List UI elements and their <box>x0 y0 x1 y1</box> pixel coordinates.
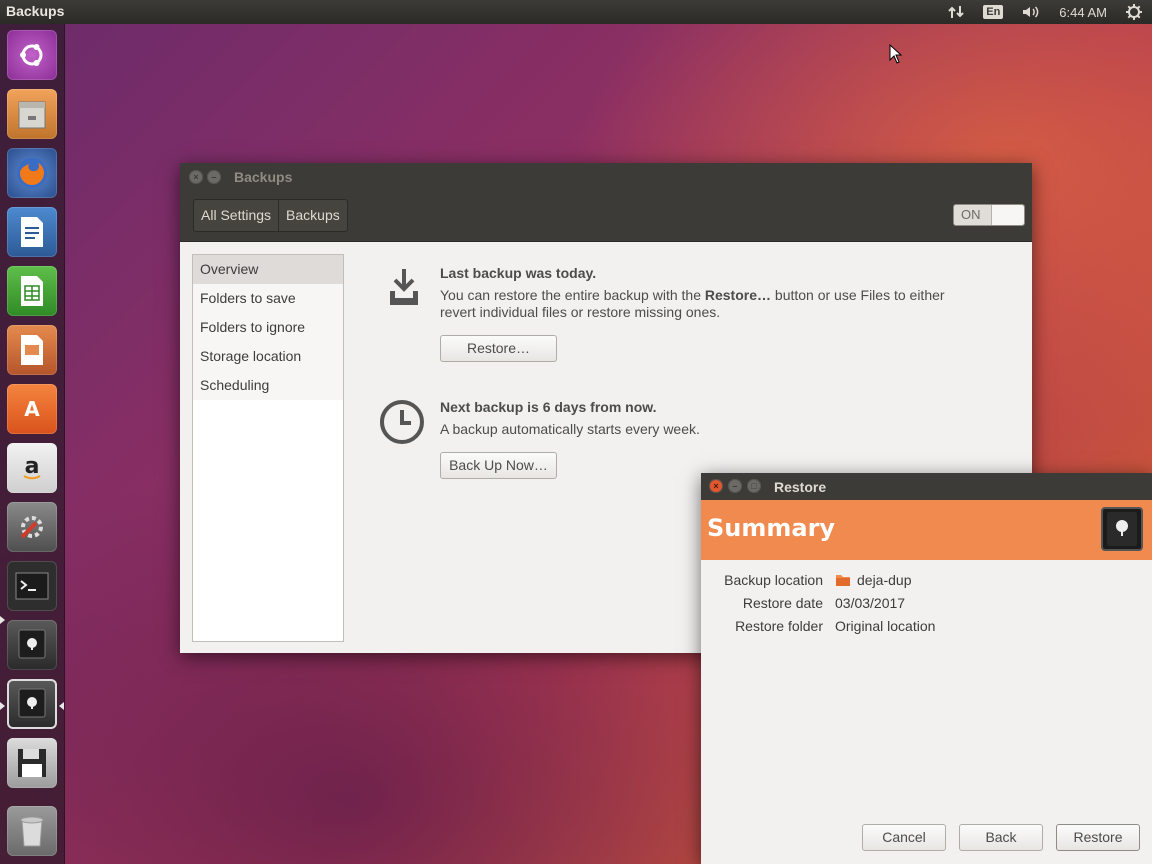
restore-folder-label: Restore folder <box>735 618 823 634</box>
top-panel: Backups En 6:44 AM <box>0 0 1152 24</box>
summary-banner: Summary <box>701 500 1152 560</box>
trash-icon[interactable] <box>7 806 57 856</box>
folder-icon <box>836 575 850 586</box>
restore-date-value: 03/03/2017 <box>835 595 906 611</box>
back-up-now-button[interactable]: Back Up Now… <box>440 452 557 479</box>
desc-bold: Restore… <box>704 287 772 303</box>
cancel-button[interactable]: Cancel <box>862 824 946 851</box>
mouse-cursor-icon <box>889 43 903 68</box>
close-icon[interactable]: × <box>709 479 723 493</box>
svg-text:a: a <box>25 454 40 479</box>
sidebar-item-folders-to-ignore[interactable]: Folders to ignore <box>193 313 343 342</box>
restore-confirm-button[interactable]: Restore <box>1056 824 1140 851</box>
settings-wrench-icon[interactable] <box>7 502 57 552</box>
breadcrumb: All Settings Backups <box>193 199 348 232</box>
file-cabinet-icon[interactable] <box>7 89 57 139</box>
window-title: Backups <box>234 169 293 185</box>
summary-heading: Summary <box>707 514 836 542</box>
floppy-disk-icon[interactable] <box>7 738 57 788</box>
backup-location-row: Backup location deja-dup <box>701 572 1152 592</box>
restore-button[interactable]: Restore… <box>440 335 557 362</box>
backup-location-label: Backup location <box>724 572 823 588</box>
writer-document-icon[interactable] <box>7 207 57 257</box>
amazon-icon[interactable]: a <box>7 443 57 493</box>
maximize-icon[interactable]: □ <box>747 479 761 493</box>
restore-date-label: Restore date <box>742 595 823 611</box>
restore-folder-row: Restore folder Original location <box>701 618 1152 638</box>
safe-icon[interactable] <box>7 679 57 729</box>
system-tray: En 6:44 AM <box>938 0 1152 24</box>
clock-icon <box>378 398 426 450</box>
next-backup-description: A backup automatically starts every week… <box>440 421 700 437</box>
svg-text:A: A <box>24 397 40 421</box>
all-settings-button[interactable]: All Settings <box>194 200 278 231</box>
sidebar-item-overview[interactable]: Overview <box>193 255 343 284</box>
running-indicator <box>0 616 5 624</box>
restore-folder-value: Original location <box>835 618 936 634</box>
backups-crumb[interactable]: Backups <box>278 200 347 231</box>
restore-date-row: Restore date 03/03/2017 <box>701 595 1152 615</box>
last-backup-heading: Last backup was today. <box>440 265 597 281</box>
network-icon[interactable] <box>938 0 974 24</box>
volume-icon[interactable] <box>1012 0 1050 24</box>
calc-spreadsheet-icon[interactable] <box>7 266 57 316</box>
power-gear-icon[interactable] <box>1116 0 1152 24</box>
last-backup-section: Last backup was today. You can restore t… <box>440 265 980 321</box>
backup-location-value: deja-dup <box>835 572 912 588</box>
minimize-icon[interactable]: – <box>207 170 221 184</box>
keyboard-language-indicator[interactable]: En <box>974 0 1012 24</box>
shopping-bag-icon[interactable]: A <box>7 384 57 434</box>
settings-toolbar: All Settings Backups <box>180 191 1032 242</box>
safe-icon <box>1100 506 1144 552</box>
sidebar-item-folders-to-save[interactable]: Folders to save <box>193 284 343 313</box>
dialog-title: Restore <box>774 479 827 495</box>
focused-indicator <box>59 702 64 710</box>
back-button[interactable]: Back <box>959 824 1043 851</box>
terminal-icon[interactable] <box>7 561 57 611</box>
next-backup-heading: Next backup is 6 days from now. <box>440 399 657 415</box>
sidebar-item-storage-location[interactable]: Storage location <box>193 342 343 371</box>
active-app-title: Backups <box>6 3 65 19</box>
backup-location-text: deja-dup <box>857 572 912 588</box>
launcher: A a <box>0 24 65 864</box>
restore-titlebar: × – □ Restore <box>701 473 1152 500</box>
ubuntu-logo-icon[interactable] <box>7 30 57 80</box>
firefox-icon[interactable] <box>7 148 57 198</box>
language-label: En <box>983 5 1004 19</box>
download-tray-icon <box>384 267 424 317</box>
switch-knob <box>991 205 1024 225</box>
restore-dialog: × – □ Restore Summary Backup location de… <box>701 473 1152 864</box>
backups-titlebar: × – Backups <box>180 163 1032 191</box>
minimize-icon[interactable]: – <box>728 479 742 493</box>
last-backup-description: You can restore the entire backup with t… <box>440 287 980 321</box>
switch-label: ON <box>961 207 981 222</box>
backup-enable-switch[interactable]: ON <box>953 204 1025 226</box>
running-indicator <box>0 702 5 710</box>
clock[interactable]: 6:44 AM <box>1050 0 1116 24</box>
close-icon[interactable]: × <box>189 170 203 184</box>
desc-part: You can restore the entire backup with t… <box>440 287 705 303</box>
backups-sidebar: Overview Folders to save Folders to igno… <box>192 254 344 642</box>
sidebar-item-scheduling[interactable]: Scheduling <box>193 371 343 400</box>
next-backup-section: Next backup is 6 days from now. A backup… <box>440 399 980 438</box>
impress-presentation-icon[interactable] <box>7 325 57 375</box>
safe-icon[interactable] <box>7 620 57 670</box>
